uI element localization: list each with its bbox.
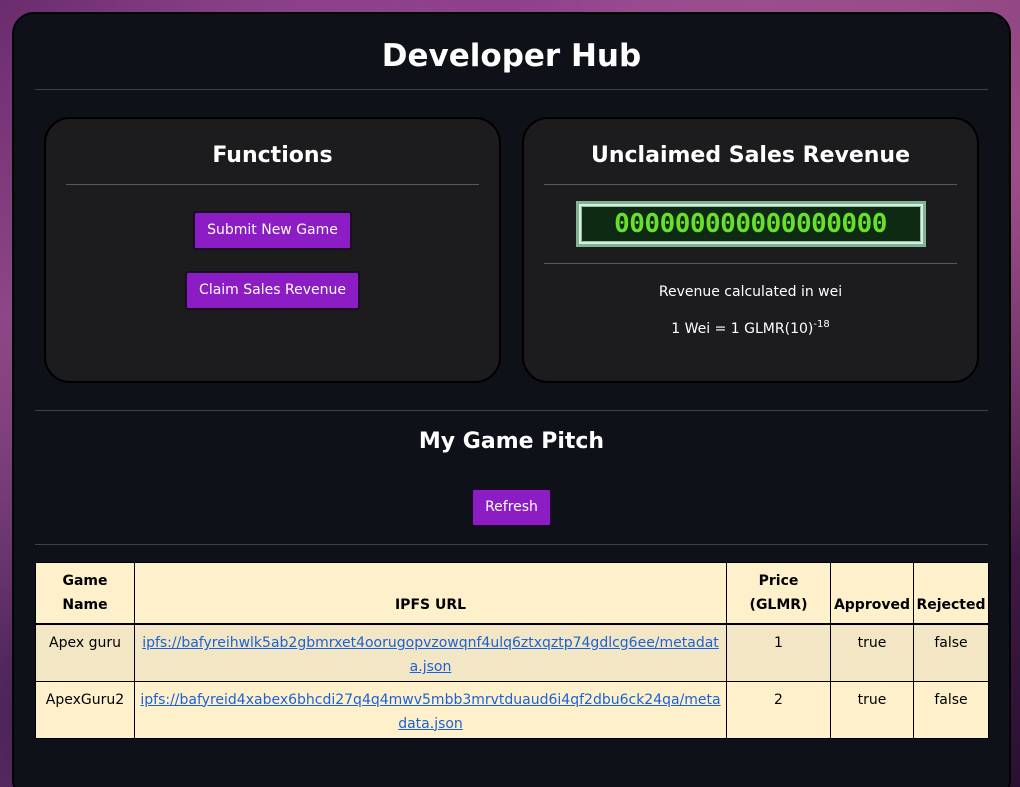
claim-sales-revenue-button[interactable]: Claim Sales Revenue (185, 271, 360, 310)
price-cell: 2 (726, 680, 831, 739)
revenue-divider-2 (544, 263, 957, 264)
col-header-price: Price (GLMR) (726, 562, 831, 625)
cards-row: Functions Submit New Game Claim Sales Re… (44, 117, 980, 383)
col-header-game-name: Game Name (35, 562, 135, 625)
game-name-cell: ApexGuru2 (35, 680, 135, 739)
col-header-rejected: Rejected (912, 562, 990, 625)
conversion-note: 1 Wei = 1 GLMR(10)-18 (524, 319, 977, 337)
rejected-cell: false (912, 623, 990, 682)
col-header-ipfs-url: IPFS URL (133, 562, 728, 625)
ipfs-url-cell: ipfs://bafyreid4xabex6bhcdi27q4q4mwv5mbb… (133, 680, 728, 739)
refresh-button[interactable]: Refresh (471, 488, 552, 527)
pitch-title: My Game Pitch (418, 429, 605, 454)
revenue-note: Revenue calculated in wei (658, 284, 843, 300)
table-row: Apex guru ipfs://bafyreihwlk5ab2gbmrxet4… (35, 623, 990, 682)
table-divider (35, 544, 988, 545)
price-cell: 1 (726, 623, 831, 682)
ipfs-url-cell: ipfs://bafyreihwlk5ab2gbmrxet4oorugopvzo… (133, 623, 728, 682)
col-header-approved: Approved (829, 562, 914, 625)
functions-card: Functions Submit New Game Claim Sales Re… (44, 117, 501, 383)
ipfs-url-link[interactable]: ipfs://bafyreid4xabex6bhcdi27q4q4mwv5mbb… (140, 692, 720, 732)
revenue-title: Unclaimed Sales Revenue (590, 143, 911, 168)
conversion-exponent: -18 (813, 319, 830, 330)
functions-divider (66, 184, 479, 185)
revenue-counter-value: 000000000000000000 (581, 207, 920, 241)
approved-cell: true (829, 623, 914, 682)
table-row: ApexGuru2 ipfs://bafyreid4xabex6bhcdi27q… (35, 680, 990, 739)
rejected-cell: false (912, 680, 990, 739)
developer-hub-panel: Developer Hub Functions Submit New Game … (12, 12, 1011, 787)
title-divider (35, 89, 988, 90)
revenue-counter: 000000000000000000 (575, 201, 926, 247)
functions-title: Functions (212, 143, 333, 168)
ipfs-url-link[interactable]: ipfs://bafyreihwlk5ab2gbmrxet4oorugopvzo… (142, 635, 719, 675)
page-title: Developer Hub (381, 38, 642, 74)
conversion-base: 1 Wei = 1 GLMR(10) (671, 321, 814, 337)
revenue-card: Unclaimed Sales Revenue 0000000000000000… (522, 117, 979, 383)
section-divider (35, 410, 988, 411)
game-name-cell: Apex guru (35, 623, 135, 682)
submit-new-game-button[interactable]: Submit New Game (193, 211, 352, 250)
game-pitch-table: Game Name IPFS URL Price (GLMR) Approved… (35, 562, 990, 739)
revenue-divider (544, 184, 957, 185)
approved-cell: true (829, 680, 914, 739)
table-header-row: Game Name IPFS URL Price (GLMR) Approved… (35, 562, 990, 625)
